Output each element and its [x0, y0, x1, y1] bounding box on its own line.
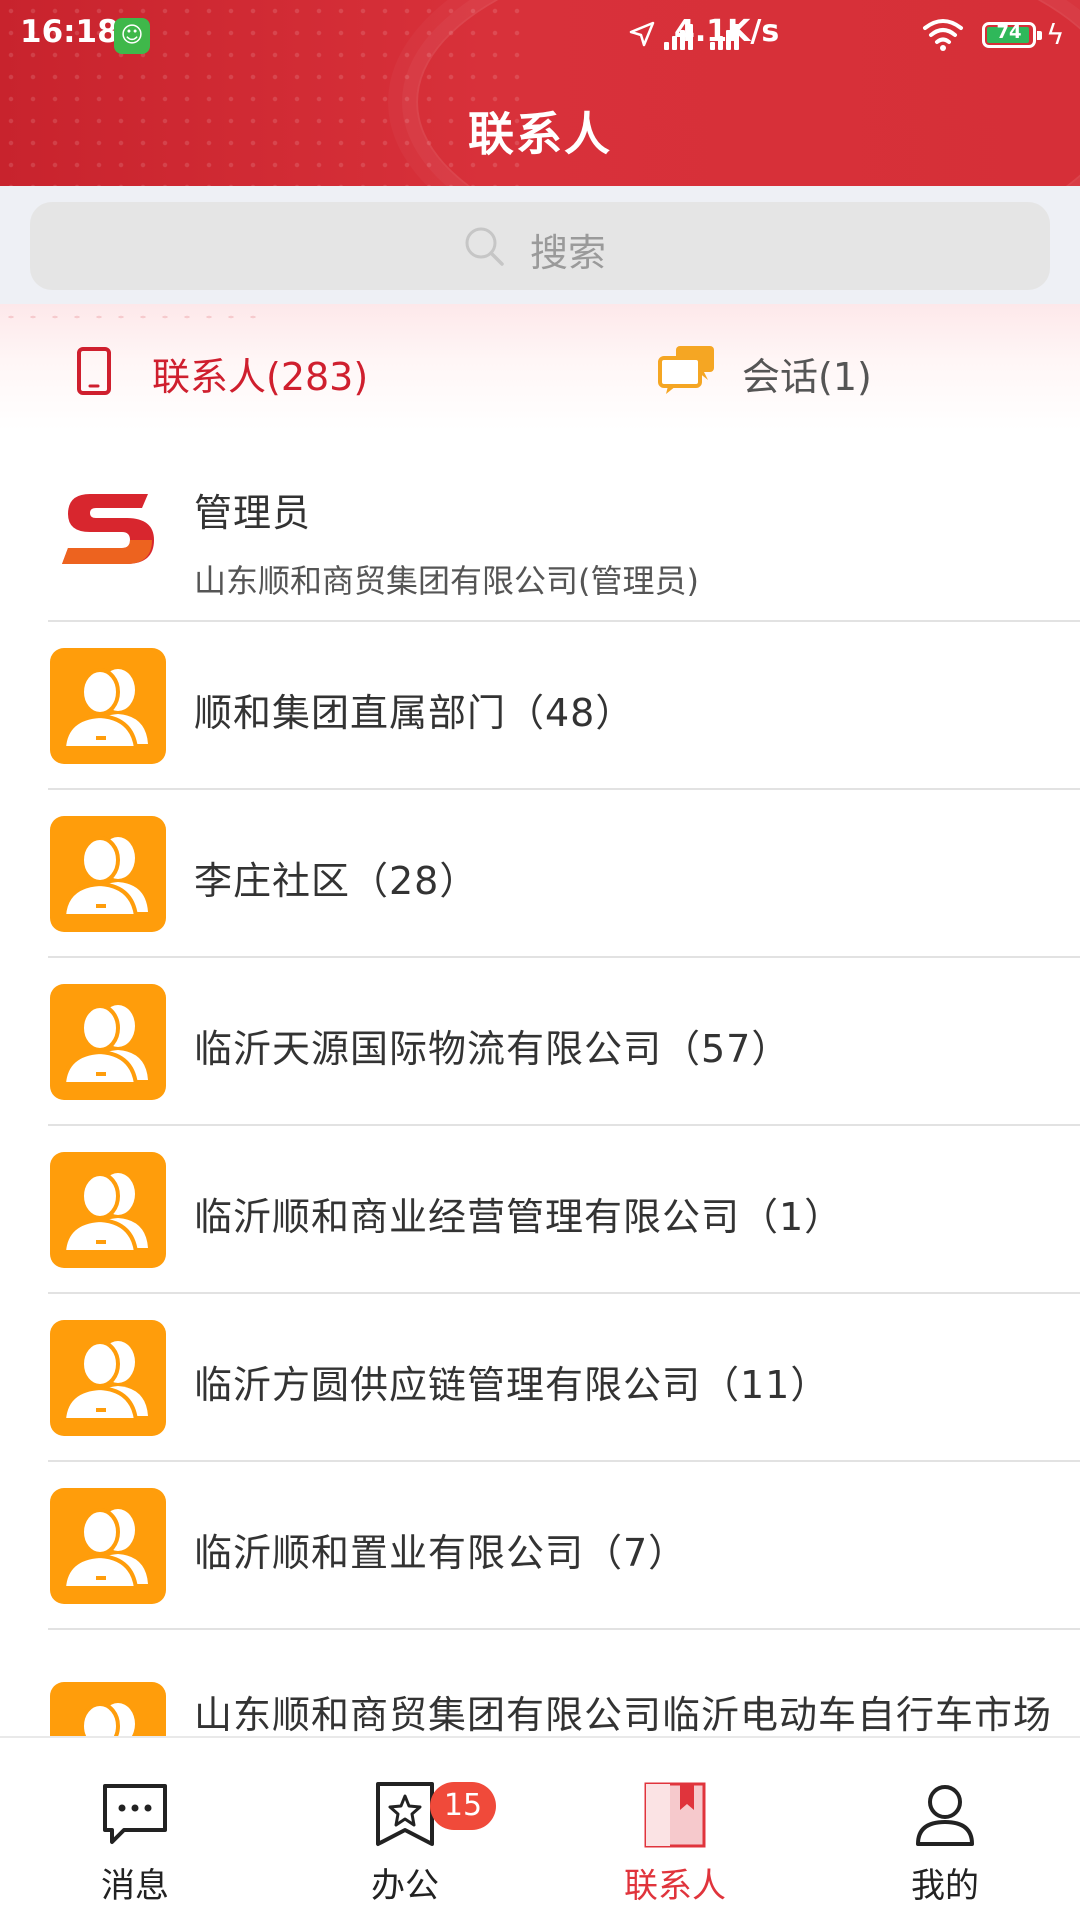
nav-contacts-label: 联系人 — [624, 1866, 726, 1906]
group-avatar-icon — [50, 1320, 166, 1436]
s-logo-icon — [62, 494, 154, 564]
signal-1-icon — [664, 20, 700, 50]
status-bar: 16:18 ☺ 4.1K/s 74 ϟ — [0, 0, 1080, 72]
tab-contacts-label: 联系人(283) — [152, 355, 369, 399]
battery-icon: 74 — [982, 22, 1042, 48]
nav-me-label: 我的 — [911, 1866, 979, 1906]
contact-tabs: 联系人(283) 会话(1) — [0, 304, 1080, 430]
status-time: 16:18 — [20, 14, 119, 50]
battery-level: 74 — [996, 22, 1022, 43]
office-star-icon — [376, 1782, 434, 1846]
nav-contacts[interactable]: 联系人 — [540, 1738, 810, 1922]
person-icon — [916, 1785, 974, 1846]
list-item-group[interactable]: 临沂天源国际物流有限公司（57） — [0, 958, 1080, 1126]
nav-office-label: 办公 — [371, 1866, 439, 1906]
wifi-icon — [923, 19, 963, 51]
chat-bubbles-icon — [658, 346, 714, 394]
group-avatar-icon — [50, 1152, 166, 1268]
app-header: 16:18 ☺ 4.1K/s 74 ϟ 联 — [0, 0, 1080, 186]
tab-dot-pattern — [0, 312, 260, 322]
list-item-group[interactable]: 山东顺和商贸集团有限公司临沂电动车自行车市场 — [0, 1630, 1080, 1736]
group-avatar-icon — [50, 1488, 166, 1604]
charging-icon: ϟ — [1046, 18, 1065, 51]
search-icon — [465, 227, 504, 266]
list-item-group[interactable]: 临沂方圆供应链管理有限公司（11） — [0, 1294, 1080, 1462]
group-name: 山东顺和商贸集团有限公司临沂电动车自行车市场 — [194, 1693, 1053, 1736]
group-name: 李庄社区（28） — [194, 859, 479, 903]
contacts-book-icon — [644, 1782, 706, 1848]
group-name: 临沂方圆供应链管理有限公司（11） — [194, 1363, 830, 1407]
search-bar: 搜索 — [0, 186, 1080, 304]
bottom-navigation: 消息 15 办公 联系人 我的 — [0, 1736, 1080, 1922]
nav-messages-label: 消息 — [101, 1866, 169, 1906]
group-avatar-icon — [50, 816, 166, 932]
nav-messages[interactable]: 消息 — [0, 1738, 270, 1922]
group-name: 临沂天源国际物流有限公司（57） — [194, 1027, 791, 1071]
phone-icon — [77, 347, 111, 395]
location-arrow-icon — [629, 21, 655, 47]
list-item-admin[interactable]: 管理员 山东顺和商贸集团有限公司(管理员) — [0, 430, 1080, 622]
signal-2-icon — [710, 20, 746, 50]
cat-app-icon: ☺ — [114, 18, 150, 54]
search-input[interactable]: 搜索 — [30, 202, 1050, 290]
message-icon — [103, 1784, 167, 1844]
group-avatar-icon — [50, 648, 166, 764]
list-item-group[interactable]: 李庄社区（28） — [0, 790, 1080, 958]
page-title: 联系人 — [468, 107, 612, 161]
tab-chats-label: 会话(1) — [742, 355, 872, 399]
search-placeholder: 搜索 — [530, 231, 607, 275]
list-item-group[interactable]: 临沂顺和商业经营管理有限公司（1） — [0, 1126, 1080, 1294]
office-badge: 15 — [430, 1782, 496, 1830]
nav-office[interactable]: 15 办公 — [270, 1738, 540, 1922]
admin-subtitle: 山东顺和商贸集团有限公司(管理员) — [194, 562, 699, 600]
group-avatar-icon — [50, 1682, 166, 1736]
group-name: 临沂顺和商业经营管理有限公司（1） — [194, 1195, 844, 1239]
admin-name: 管理员 — [194, 491, 312, 535]
list-item-group[interactable]: 顺和集团直属部门（48） — [0, 622, 1080, 790]
nav-me[interactable]: 我的 — [810, 1738, 1080, 1922]
list-item-group[interactable]: 临沂顺和置业有限公司（7） — [0, 1462, 1080, 1630]
group-name: 顺和集团直属部门（48） — [194, 691, 635, 735]
group-avatar-icon — [50, 984, 166, 1100]
group-name: 临沂顺和置业有限公司（7） — [194, 1531, 688, 1575]
